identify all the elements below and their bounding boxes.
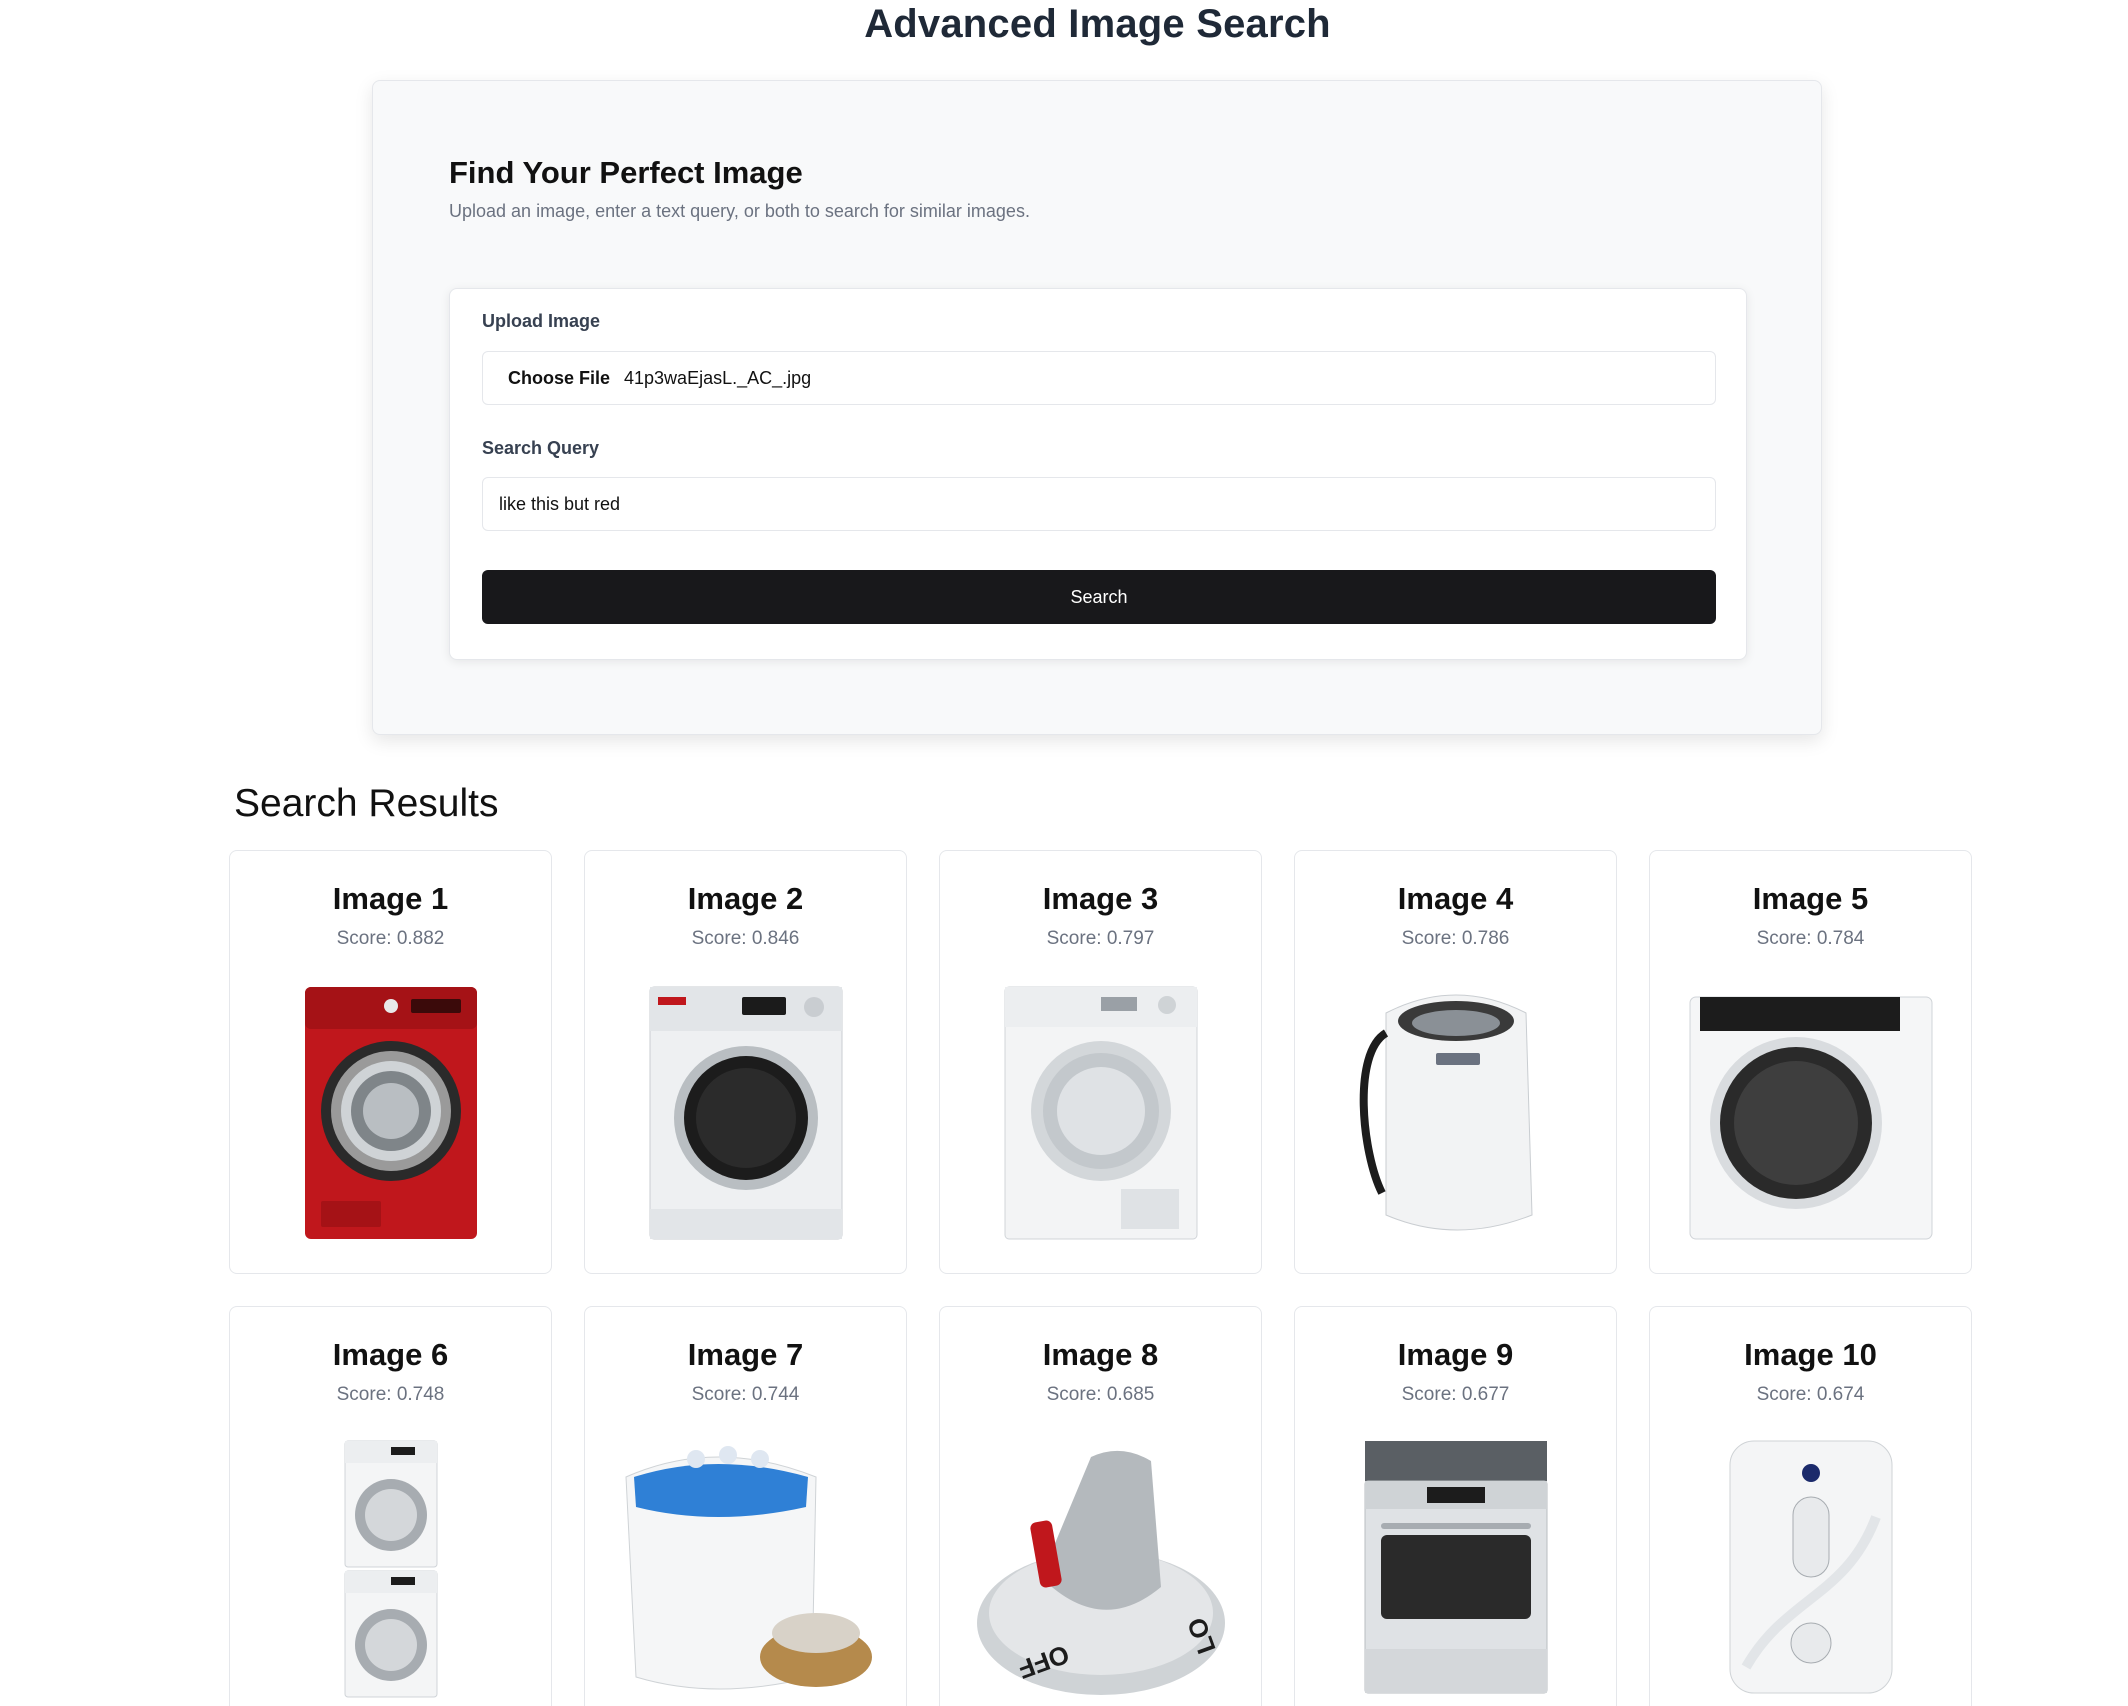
result-score: Score: 0.784 — [1756, 928, 1865, 949]
upload-image-label: Upload Image — [482, 311, 601, 331]
choose-file-button[interactable]: Choose File — [508, 368, 610, 389]
result-score: Score: 0.677 — [1401, 1384, 1510, 1405]
result-title: Image 1 — [332, 881, 449, 916]
result-score: Score: 0.786 — [1401, 928, 1510, 949]
results-heading: Search Results — [234, 782, 499, 825]
result-score: Score: 0.882 — [336, 928, 445, 949]
search-query-input[interactable] — [482, 477, 1716, 531]
result-title: Image 8 — [1042, 1337, 1159, 1372]
result-title: Image 4 — [1397, 881, 1514, 916]
result-title: Image 7 — [687, 1337, 804, 1372]
result-title: Image 6 — [332, 1337, 449, 1372]
result-title: Image 5 — [1752, 881, 1869, 916]
result-title: Image 9 — [1397, 1337, 1514, 1372]
search-button[interactable]: Search — [482, 570, 1716, 624]
result-card[interactable]: Image 7 Score: 0.744 — [584, 1306, 907, 1706]
result-card[interactable]: Image 10 Score: 0.674 — [1649, 1306, 1972, 1706]
search-query-label: Search Query — [482, 438, 600, 458]
white-compact-dryer-image[interactable] — [1681, 981, 1941, 1245]
result-card[interactable]: Image 6 Score: 0.748 — [229, 1306, 552, 1706]
result-score: Score: 0.685 — [1046, 1384, 1155, 1405]
result-card[interactable]: Image 9 Score: 0.677 — [1294, 1306, 1617, 1706]
result-card[interactable]: Image 8 Score: 0.685 OFF LO — [939, 1306, 1262, 1706]
panel-heading: Find Your Perfect Image — [449, 155, 803, 190]
result-title: Image 2 — [687, 881, 804, 916]
wall-switch-plate-image[interactable] — [1681, 1437, 1941, 1701]
result-card[interactable]: Image 3 Score: 0.797 — [939, 850, 1262, 1274]
control-knob-image[interactable]: OFF LO — [971, 1437, 1231, 1701]
results-grid: Image 1 Score: 0.882 Image 2 Score: 0.84… — [229, 850, 1972, 1706]
result-score: Score: 0.797 — [1046, 928, 1155, 949]
result-title: Image 3 — [1042, 881, 1159, 916]
selected-file-name: 41p3waEjasL._AC_.jpg — [624, 367, 812, 388]
result-card[interactable]: Image 5 Score: 0.784 — [1649, 850, 1972, 1274]
portable-top-load-washer-image[interactable] — [1326, 981, 1586, 1245]
stacked-washer-dryer-image[interactable] — [261, 1437, 521, 1701]
panel-description: Upload an image, enter a text query, or … — [449, 201, 1030, 221]
white-compact-washer-image[interactable] — [616, 981, 876, 1245]
result-card[interactable]: Image 4 Score: 0.786 — [1294, 850, 1617, 1274]
page-title: Advanced Image Search — [864, 2, 1331, 46]
result-title: Image 10 — [1744, 1337, 1877, 1372]
result-score: Score: 0.744 — [691, 1384, 800, 1405]
result-score: Score: 0.674 — [1756, 1384, 1865, 1405]
search-form: Upload Image Choose File 41p3waEjasL._AC… — [449, 288, 1747, 660]
result-score: Score: 0.846 — [691, 928, 800, 949]
white-dryer-image[interactable] — [971, 981, 1231, 1245]
red-front-load-washer-image[interactable] — [261, 981, 521, 1245]
result-card[interactable]: Image 1 Score: 0.882 — [229, 850, 552, 1274]
search-panel: Find Your Perfect Image Upload an image,… — [372, 80, 1822, 735]
result-score: Score: 0.748 — [336, 1384, 445, 1405]
result-card[interactable]: Image 2 Score: 0.846 — [584, 850, 907, 1274]
gas-range-image[interactable] — [1326, 1437, 1586, 1701]
twin-tub-washer-image[interactable] — [616, 1437, 876, 1701]
file-upload-input[interactable]: Choose File 41p3waEjasL._AC_.jpg — [482, 351, 1716, 405]
